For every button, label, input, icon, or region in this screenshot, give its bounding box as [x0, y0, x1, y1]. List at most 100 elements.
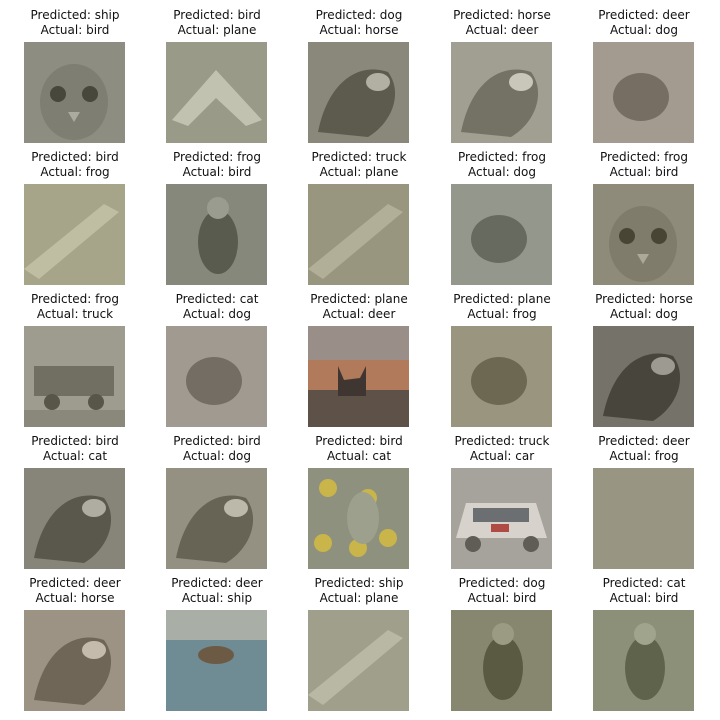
actual-label: Actual: ship	[181, 591, 253, 605]
actual-label: Actual: frog	[467, 307, 537, 321]
prediction-caption: Predicted: bird Actual: cat	[288, 434, 430, 464]
sample-image-graphic	[593, 610, 694, 711]
sample-image-graphic	[593, 42, 694, 143]
predicted-label: Predicted: cat	[602, 576, 686, 590]
sample-image	[451, 184, 552, 285]
sample-image-graphic	[24, 184, 125, 285]
predicted-label: Predicted: horse	[453, 8, 551, 22]
predicted-label: Predicted: frog	[172, 150, 262, 164]
actual-label: Actual: frog	[609, 449, 679, 463]
actual-label: Actual: bird	[609, 591, 679, 605]
sample-image-graphic	[451, 326, 552, 427]
prediction-caption: Predicted: truck Actual: car	[431, 434, 573, 464]
sample-image	[24, 610, 125, 711]
sample-image	[308, 42, 409, 143]
sample-image	[308, 468, 409, 569]
predicted-label: Predicted: cat	[175, 292, 259, 306]
predicted-label: Predicted: truck	[454, 434, 550, 448]
predicted-label: Predicted: frog	[30, 292, 120, 306]
predicted-label: Predicted: truck	[311, 150, 407, 164]
sample-image-graphic	[593, 326, 694, 427]
actual-label: Actual: dog	[182, 449, 252, 463]
sample-image	[308, 326, 409, 427]
sample-image	[593, 42, 694, 143]
sample-image	[308, 184, 409, 285]
predicted-label: Predicted: bird	[173, 434, 261, 448]
sample-image-graphic	[24, 468, 125, 569]
sample-image	[593, 184, 694, 285]
predicted-label: Predicted: deer	[598, 8, 690, 22]
prediction-grid: Predicted: ship Actual: bird Predicted: bi…	[0, 0, 720, 720]
sample-image	[166, 610, 267, 711]
prediction-caption: Predicted: deer Actual: dog	[573, 8, 715, 38]
prediction-caption: Predicted: frog Actual: dog	[431, 150, 573, 180]
sample-image-graphic	[308, 184, 409, 285]
predicted-label: Predicted: horse	[595, 292, 693, 306]
prediction-caption: Predicted: plane Actual: deer	[288, 292, 430, 322]
predicted-label: Predicted: frog	[599, 150, 689, 164]
prediction-caption: Predicted: truck Actual: plane	[288, 150, 430, 180]
sample-image-graphic	[166, 184, 267, 285]
predicted-label: Predicted: plane	[453, 292, 551, 306]
actual-label: Actual: dog	[609, 307, 679, 321]
prediction-caption: Predicted: horse Actual: dog	[573, 292, 715, 322]
sample-image-graphic	[166, 468, 267, 569]
prediction-caption: Predicted: deer Actual: frog	[573, 434, 715, 464]
sample-image	[451, 326, 552, 427]
predicted-label: Predicted: deer	[171, 576, 263, 590]
predicted-label: Predicted: plane	[310, 292, 408, 306]
predicted-label: Predicted: ship	[30, 8, 120, 22]
predicted-label: Predicted: bird	[31, 434, 119, 448]
sample-image-graphic	[166, 326, 267, 427]
sample-image	[24, 42, 125, 143]
sample-image-graphic	[593, 468, 694, 569]
sample-image	[166, 184, 267, 285]
sample-image-graphic	[308, 42, 409, 143]
prediction-caption: Predicted: frog Actual: bird	[573, 150, 715, 180]
predicted-label: Predicted: dog	[315, 8, 403, 22]
prediction-caption: Predicted: frog Actual: bird	[146, 150, 288, 180]
actual-label: Actual: bird	[609, 165, 679, 179]
predicted-label: Predicted: dog	[458, 576, 546, 590]
actual-label: Actual: dog	[467, 165, 537, 179]
actual-label: Actual: cat	[326, 449, 392, 463]
predicted-label: Predicted: deer	[29, 576, 121, 590]
sample-image-graphic	[451, 184, 552, 285]
actual-label: Actual: plane	[319, 591, 399, 605]
sample-image-graphic	[308, 468, 409, 569]
actual-label: Actual: bird	[40, 23, 110, 37]
prediction-caption: Predicted: ship Actual: plane	[288, 576, 430, 606]
actual-label: Actual: bird	[182, 165, 252, 179]
actual-label: Actual: deer	[465, 23, 539, 37]
sample-image	[24, 326, 125, 427]
actual-label: Actual: cat	[42, 449, 108, 463]
actual-label: Actual: deer	[322, 307, 396, 321]
prediction-caption: Predicted: bird Actual: plane	[146, 8, 288, 38]
sample-image-graphic	[166, 610, 267, 711]
prediction-caption: Predicted: cat Actual: dog	[146, 292, 288, 322]
actual-label: Actual: dog	[182, 307, 252, 321]
sample-image-graphic	[166, 42, 267, 143]
prediction-caption: Predicted: bird Actual: cat	[4, 434, 146, 464]
sample-image	[451, 610, 552, 711]
sample-image	[593, 326, 694, 427]
sample-image	[308, 610, 409, 711]
prediction-caption: Predicted: horse Actual: deer	[431, 8, 573, 38]
prediction-caption: Predicted: deer Actual: ship	[146, 576, 288, 606]
sample-image	[166, 468, 267, 569]
sample-image	[166, 42, 267, 143]
predicted-label: Predicted: bird	[173, 8, 261, 22]
actual-label: Actual: bird	[467, 591, 537, 605]
prediction-caption: Predicted: frog Actual: truck	[4, 292, 146, 322]
prediction-caption: Predicted: bird Actual: frog	[4, 150, 146, 180]
sample-image-graphic	[24, 610, 125, 711]
predicted-label: Predicted: bird	[31, 150, 119, 164]
sample-image-graphic	[451, 610, 552, 711]
actual-label: Actual: plane	[177, 23, 257, 37]
actual-label: Actual: plane	[319, 165, 399, 179]
actual-label: Actual: truck	[36, 307, 114, 321]
sample-image-graphic	[308, 610, 409, 711]
sample-image-graphic	[593, 184, 694, 285]
predicted-label: Predicted: ship	[314, 576, 404, 590]
sample-image	[593, 468, 694, 569]
